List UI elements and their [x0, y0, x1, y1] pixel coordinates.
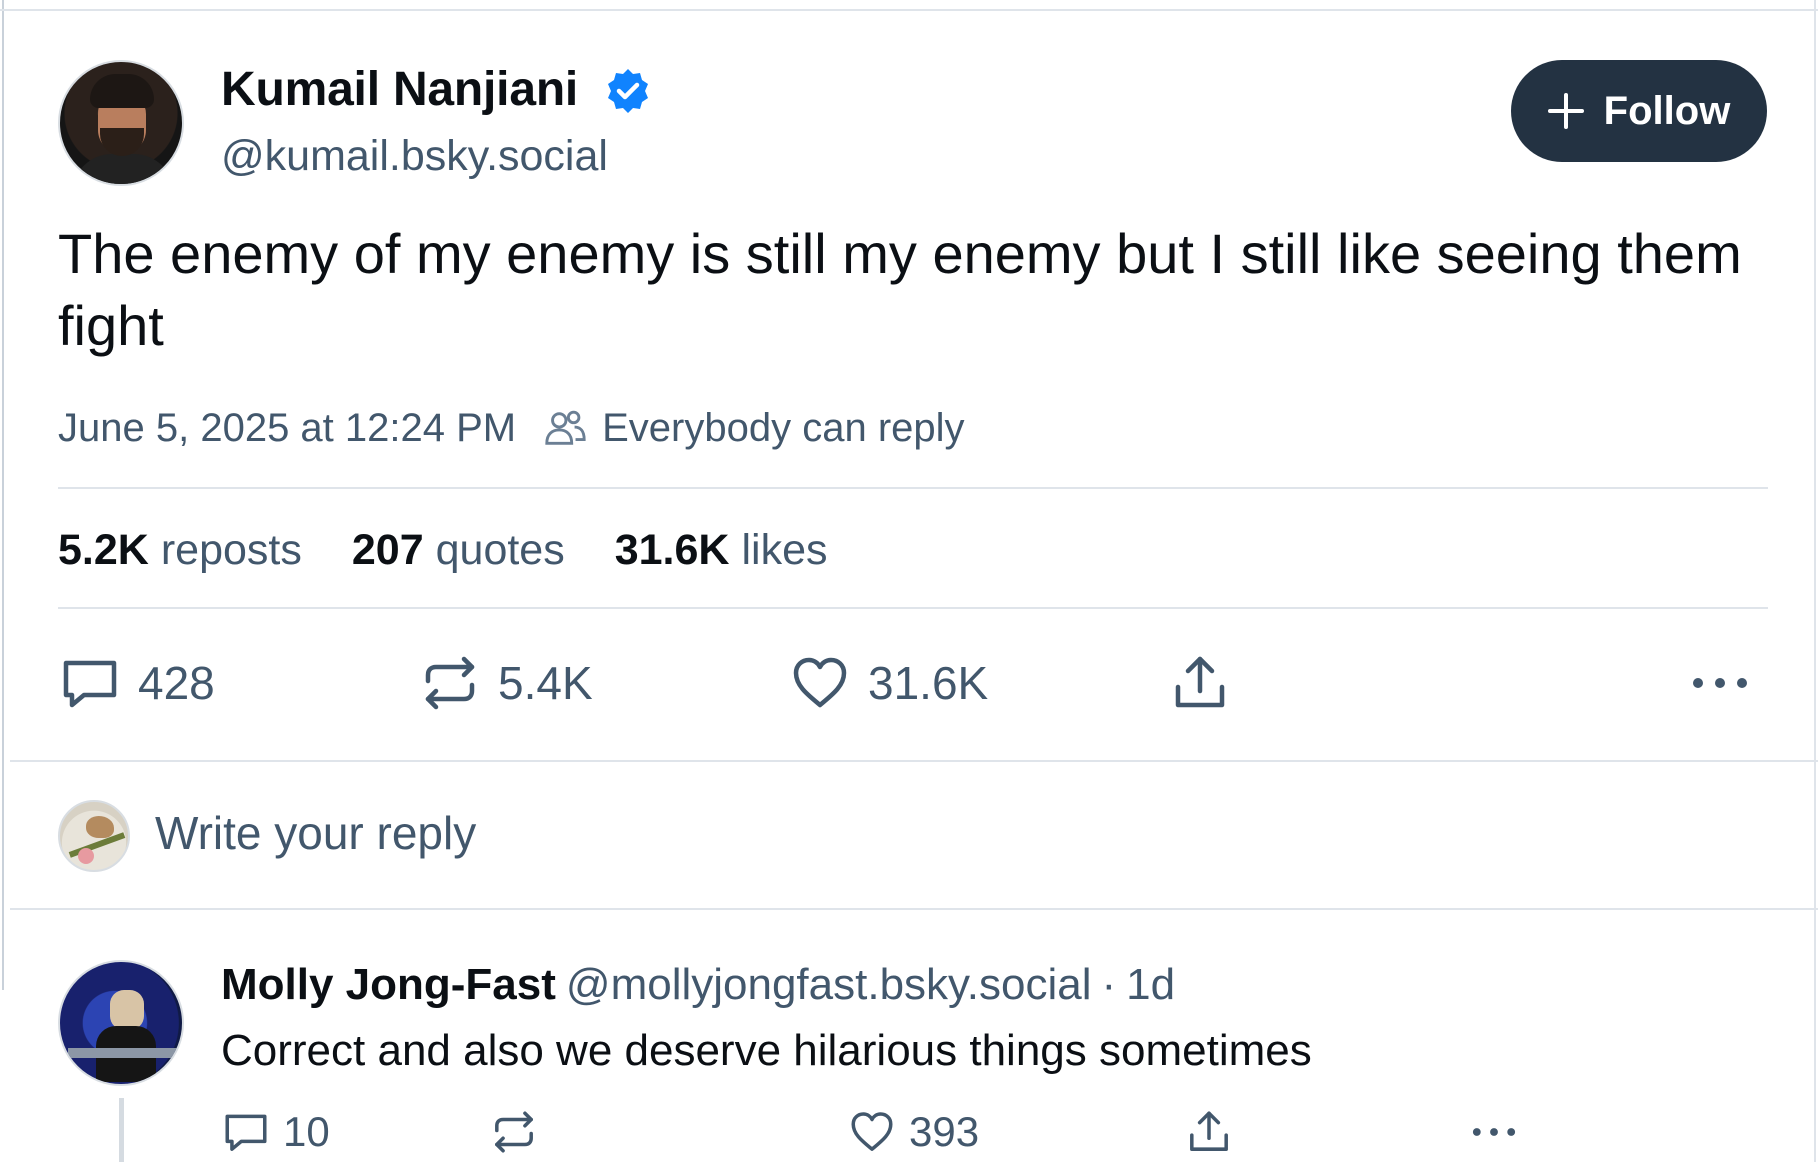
avatar-beard	[100, 128, 144, 156]
stat-likes[interactable]: 31.6K likes	[615, 526, 828, 575]
separator-dot: ·	[1101, 960, 1117, 1009]
reply-header: Molly Jong-Fast @mollyjongfast.bsky.socia…	[221, 960, 1175, 1010]
share-button[interactable]	[1168, 650, 1248, 716]
current-user-avatar[interactable]	[58, 800, 130, 872]
author-handle[interactable]: @kumail.bsky.social	[221, 132, 608, 181]
avatar-hair	[90, 74, 154, 108]
reply-share-button[interactable]	[1184, 1106, 1246, 1158]
reply-icon	[225, 1114, 267, 1151]
reply-count: 428	[138, 657, 215, 709]
reply-icon	[63, 660, 117, 708]
like-icon	[851, 1112, 893, 1151]
reply-author-handle[interactable]: @mollyjongfast.bsky.social	[566, 960, 1092, 1009]
follow-button[interactable]: Follow	[1511, 60, 1767, 162]
stat-quotes[interactable]: 207 quotes	[352, 526, 565, 575]
right-border	[1814, 0, 1816, 1162]
post-thread-view: Kumail Nanjiani @kumail.bsky.social Foll…	[0, 0, 1818, 1162]
avatar-flower	[78, 848, 94, 864]
divider	[10, 760, 1818, 762]
post-meta: June 5, 2025 at 12:24 PM Everybody can r…	[58, 400, 965, 456]
reply-like-button[interactable]: 393	[847, 1106, 979, 1158]
reply-age[interactable]: 1d	[1126, 960, 1175, 1009]
reply-more-options-button[interactable]	[1469, 1106, 1531, 1158]
left-border	[2, 0, 4, 990]
people-icon	[545, 410, 586, 445]
reply-like-count: 393	[909, 1108, 980, 1155]
more-options-button[interactable]	[1688, 650, 1768, 716]
share-icon	[1190, 1111, 1228, 1151]
write-reply-input[interactable]: Write your reply	[155, 806, 476, 860]
more-icon	[1693, 678, 1747, 688]
share-icon	[1175, 656, 1225, 708]
avatar-body	[72, 154, 174, 184]
reply-reply-button[interactable]: 10	[221, 1106, 330, 1158]
thread-line	[119, 1098, 124, 1162]
reply-reply-count: 10	[283, 1108, 330, 1155]
post-actions: 428 5.4K 31.6K	[58, 650, 1768, 716]
post-text: The enemy of my enemy is still my enemy …	[58, 222, 1742, 357]
like-button[interactable]: 31.6K	[788, 650, 988, 716]
avatar-desk	[68, 1048, 178, 1058]
stat-reposts[interactable]: 5.2K reposts	[58, 526, 302, 575]
reply-repost-button[interactable]	[489, 1106, 551, 1158]
reply-button[interactable]: 428	[58, 650, 215, 716]
author-avatar[interactable]	[58, 60, 184, 186]
reply-author-avatar[interactable]	[58, 960, 184, 1086]
reply-text: Correct and also we deserve hilarious th…	[221, 1026, 1312, 1075]
reply-setting[interactable]: Everybody can reply	[602, 406, 964, 451]
follow-button-label: Follow	[1603, 88, 1731, 133]
avatar-person	[110, 990, 144, 1030]
verified-badge-icon[interactable]	[604, 67, 652, 115]
more-icon	[1472, 1128, 1516, 1136]
post-timestamp[interactable]: June 5, 2025 at 12:24 PM	[58, 406, 516, 451]
like-icon	[793, 657, 847, 708]
repost-count: 5.4K	[498, 657, 593, 709]
author-display-name[interactable]: Kumail Nanjiani	[221, 62, 578, 117]
divider	[58, 487, 1768, 489]
reply-actions: 10 393	[221, 1106, 1761, 1158]
engagement-stats: 5.2K reposts 207 quotes 31.6K likes	[58, 520, 878, 580]
top-border	[0, 9, 1818, 11]
repost-icon	[495, 1111, 533, 1153]
divider	[10, 908, 1818, 910]
repost-button[interactable]: 5.4K	[418, 650, 593, 716]
like-count: 31.6K	[868, 657, 989, 709]
reply-author-name[interactable]: Molly Jong-Fast	[221, 960, 556, 1009]
repost-icon	[425, 656, 475, 710]
plus-icon	[1547, 93, 1584, 129]
divider	[58, 607, 1768, 609]
avatar-bird	[86, 816, 114, 838]
